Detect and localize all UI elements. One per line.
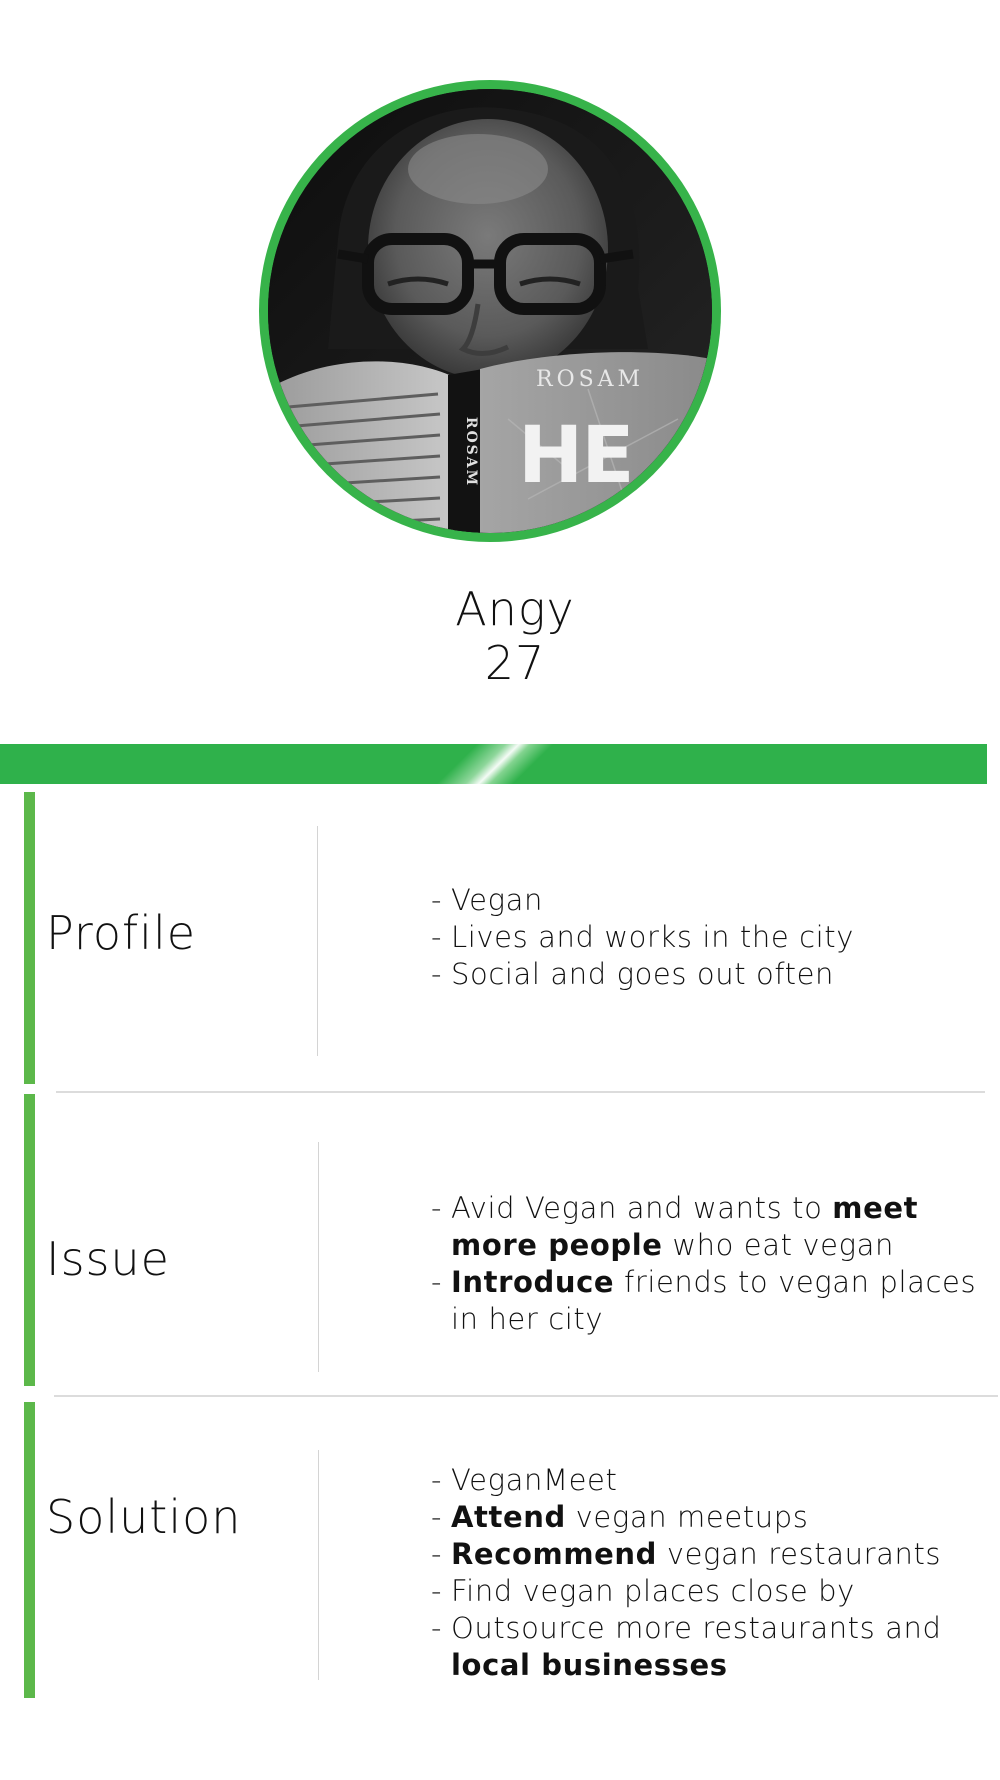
bullet-text: vegan meetups <box>565 1500 809 1534</box>
bullet-item: Social and goes out often <box>431 956 991 993</box>
avatar-photo: ROSAM HE ROSAM <box>268 89 712 533</box>
profile-section-bar <box>24 792 35 1084</box>
bullet-text: VeganMeet <box>451 1463 618 1497</box>
issue-section-label: Issue <box>46 1232 170 1286</box>
bullet-item: Recommend vegan restaurants <box>431 1536 991 1573</box>
solution-bullets: VeganMeetAttend vegan meetupsRecommend v… <box>431 1462 991 1684</box>
issue-column-divider <box>318 1142 319 1372</box>
solution-section-label: Solution <box>46 1490 242 1544</box>
bullet-item: VeganMeet <box>431 1462 991 1499</box>
issue-section-bar <box>24 1094 35 1386</box>
persona-age: 27 <box>484 636 546 690</box>
bullet-text: Vegan <box>451 883 543 917</box>
green-banner <box>0 744 987 784</box>
bullet-item: Avid Vegan and wants to meet more people… <box>431 1190 991 1264</box>
bullet-text: vegan restaurants <box>657 1537 942 1571</box>
bullet-item: Lives and works in the city <box>431 919 991 956</box>
bullet-item: Outsource more restaurants and local bus… <box>431 1610 991 1684</box>
bullet-item: Vegan <box>431 882 991 919</box>
bullet-text: who eat vegan <box>662 1228 894 1262</box>
bullet-item: Attend vegan meetups <box>431 1499 991 1536</box>
bullet-emphasis: Recommend <box>451 1537 658 1571</box>
bullet-text: Lives and works in the city <box>451 920 855 954</box>
bullet-item: Introduce friends to vegan places in her… <box>431 1264 991 1338</box>
book-title-fragment: HE <box>518 411 635 501</box>
bullet-text: Outsource more restaurants and <box>451 1611 942 1645</box>
bullet-text: Social and goes out often <box>451 957 835 991</box>
persona-name: Angy <box>455 582 575 636</box>
book-spine-text: ROSAM <box>463 416 480 488</box>
bullet-emphasis: local businesses <box>451 1648 728 1682</box>
bullet-text: Avid Vegan and wants to <box>451 1191 833 1225</box>
bullet-emphasis: Attend <box>451 1500 566 1534</box>
profile-issue-divider <box>56 1091 985 1093</box>
profile-bullets: VeganLives and works in the citySocial a… <box>431 882 991 993</box>
avatar: ROSAM HE ROSAM <box>259 80 721 542</box>
solution-section-bar <box>24 1402 35 1698</box>
profile-section-label: Profile <box>46 906 197 960</box>
bullet-item: Find vegan places close by <box>431 1573 991 1610</box>
issue-solution-divider <box>54 1395 998 1397</box>
banner-shine <box>379 744 611 784</box>
profile-column-divider <box>317 826 318 1056</box>
person-reading-book-icon <box>268 89 712 533</box>
bullet-text: Find vegan places close by <box>451 1574 855 1608</box>
solution-column-divider <box>318 1450 319 1680</box>
issue-bullets: Avid Vegan and wants to meet more people… <box>431 1190 991 1338</box>
book-cover-text: ROSAM <box>536 367 645 392</box>
bullet-emphasis: Introduce <box>451 1265 615 1299</box>
